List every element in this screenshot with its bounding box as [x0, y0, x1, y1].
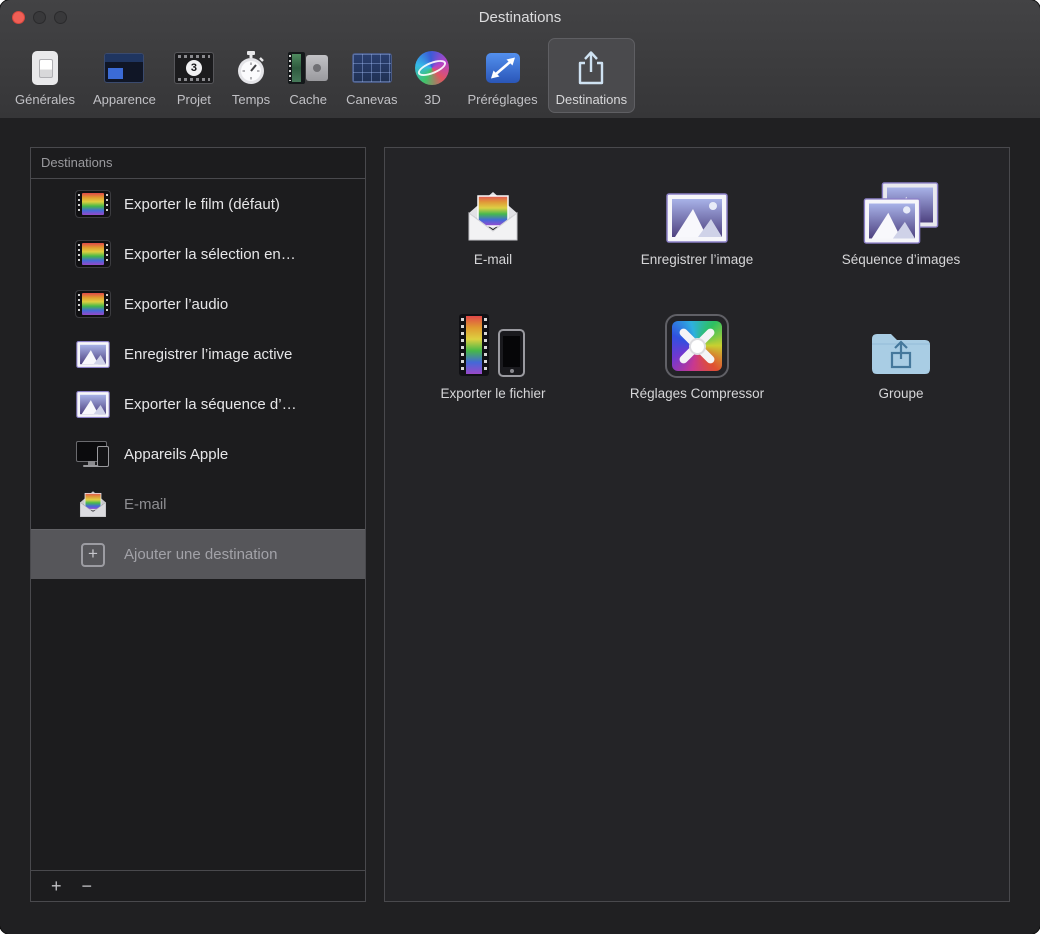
- destination-groupe[interactable]: Groupe: [799, 296, 1003, 430]
- presets-arrow-icon: [485, 47, 521, 89]
- window-header: Destinations Générales Apparence Projet: [0, 0, 1040, 119]
- sidebar-item-enregistrer-image-active[interactable]: Enregistrer l’image active: [31, 329, 365, 379]
- tab-cache[interactable]: Cache: [280, 38, 336, 113]
- titlebar[interactable]: Destinations: [0, 0, 1040, 36]
- sidebar-item-exporter-le-film[interactable]: Exporter le film (défaut): [31, 179, 365, 229]
- film-icon: [76, 291, 110, 317]
- share-icon: [575, 47, 607, 89]
- destination-types-grid: E-mail Enregistrer l’image: [385, 148, 1009, 430]
- sidebar-item-appareils-apple[interactable]: Appareils Apple: [31, 429, 365, 479]
- destination-email[interactable]: E-mail: [391, 162, 595, 296]
- image-icon: [76, 341, 110, 368]
- window-title: Destinations: [0, 9, 1040, 26]
- tab-canevas[interactable]: Canevas: [338, 38, 405, 113]
- appearance-icon: [104, 47, 144, 89]
- sphere-3d-icon: [415, 47, 449, 89]
- film-icon: [76, 241, 110, 267]
- mail-icon: [76, 489, 110, 519]
- sidebar-item-email[interactable]: E-mail: [31, 479, 365, 529]
- sidebar-item-exporter-audio[interactable]: Exporter l’audio: [31, 279, 365, 329]
- general-switch-icon: [32, 47, 58, 89]
- add-destination-button[interactable]: +: [41, 873, 72, 899]
- tab-generales[interactable]: Générales: [7, 38, 83, 113]
- destination-types-panel: E-mail Enregistrer l’image: [384, 147, 1010, 902]
- destination-compressor[interactable]: Réglages Compressor: [595, 296, 799, 430]
- project-film-icon: [174, 47, 214, 89]
- destinations-list[interactable]: Exporter le film (défaut) Exporter la sé…: [31, 179, 365, 870]
- canvas-grid-icon: [352, 47, 392, 89]
- stopwatch-icon: [236, 47, 266, 89]
- add-plus-icon: [76, 543, 110, 567]
- sidebar-footer: + −: [31, 870, 365, 901]
- film-icon: [76, 191, 110, 217]
- tab-3d[interactable]: 3D: [407, 38, 457, 113]
- destination-exporter-fichier[interactable]: Exporter le fichier: [391, 296, 595, 430]
- image-sequence-icon: [863, 166, 939, 244]
- tab-temps[interactable]: Temps: [224, 38, 278, 113]
- destination-enregistrer-image[interactable]: Enregistrer l’image: [595, 162, 799, 296]
- mail-icon: [461, 166, 525, 244]
- sidebar-header: Destinations: [31, 148, 365, 179]
- tab-apparence[interactable]: Apparence: [85, 38, 164, 113]
- cache-disk-icon: [288, 47, 328, 89]
- destinations-pane: Destinations Exporter le film (défaut) E…: [0, 118, 1040, 934]
- preferences-toolbar: Générales Apparence Projet: [6, 36, 636, 115]
- preferences-window: Destinations Générales Apparence Projet: [0, 0, 1040, 934]
- save-image-icon: [666, 166, 728, 244]
- sidebar-item-ajouter-destination[interactable]: Ajouter une destination: [31, 529, 365, 579]
- image-icon: [76, 391, 110, 418]
- tab-destinations[interactable]: Destinations: [548, 38, 636, 113]
- destination-sequence-images[interactable]: Séquence d’images: [799, 162, 1003, 296]
- tab-projet[interactable]: Projet: [166, 38, 222, 113]
- group-folder-icon: [869, 300, 933, 378]
- export-file-icon: [455, 300, 531, 378]
- compressor-icon: [665, 300, 729, 378]
- remove-destination-button[interactable]: −: [72, 873, 103, 899]
- sidebar-item-exporter-sequence[interactable]: Exporter la séquence d’…: [31, 379, 365, 429]
- apple-devices-icon: [76, 440, 110, 468]
- destinations-sidebar: Destinations Exporter le film (défaut) E…: [30, 147, 366, 902]
- sidebar-item-exporter-la-selection[interactable]: Exporter la sélection en…: [31, 229, 365, 279]
- tab-prereglages[interactable]: Préréglages: [459, 38, 545, 113]
